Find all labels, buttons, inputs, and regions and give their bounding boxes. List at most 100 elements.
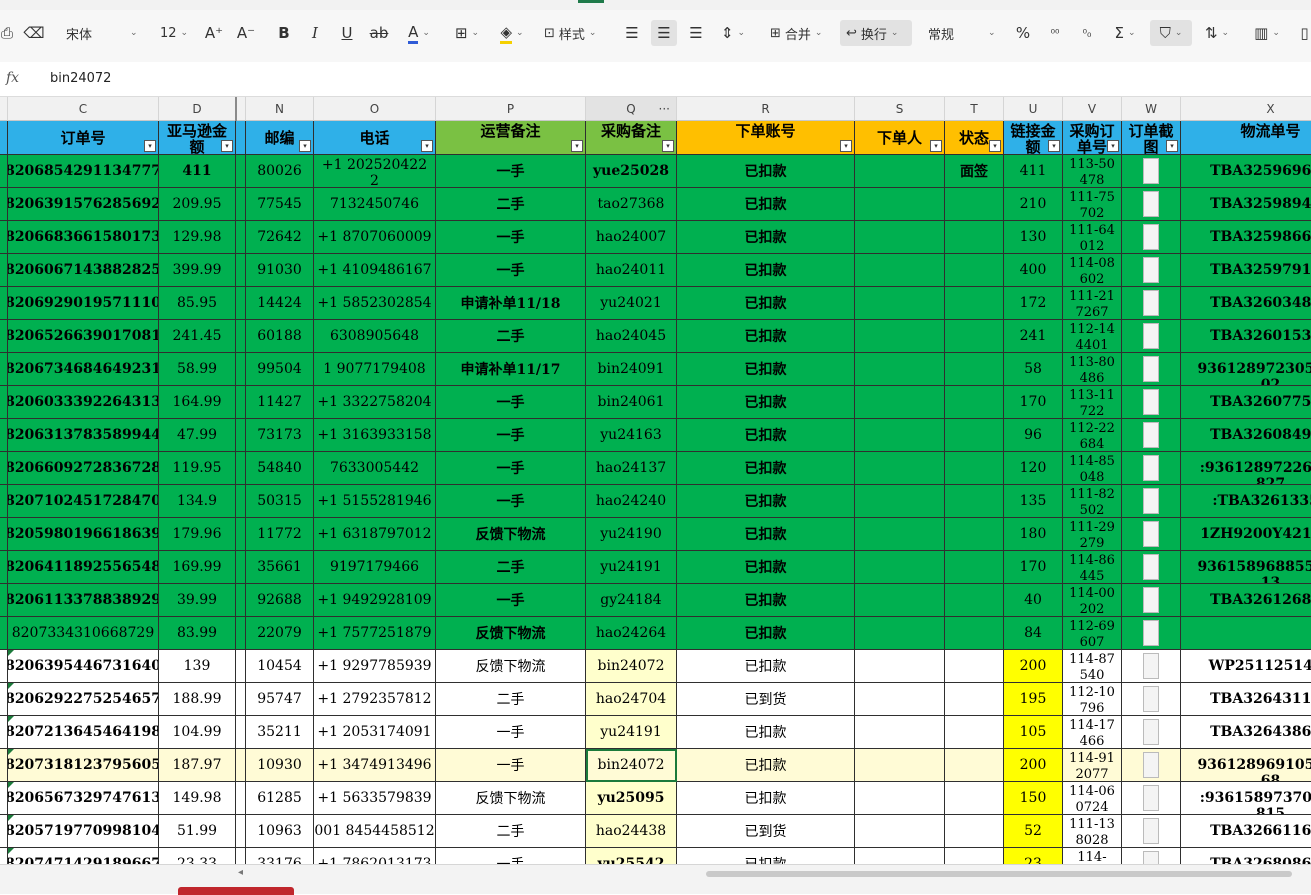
cell-d[interactable]: 58.99: [159, 353, 236, 386]
cell-q[interactable]: hao24264: [586, 617, 677, 650]
border-icon[interactable]: ⊞⌄: [449, 20, 485, 46]
cell-p[interactable]: 一手: [436, 749, 586, 782]
cell-x[interactable]: TBA326034864: [1181, 287, 1311, 320]
cell-d[interactable]: 164.99: [159, 386, 236, 419]
cell-x[interactable]: TBA326126884: [1181, 584, 1311, 617]
cell-q[interactable]: bin24061: [586, 386, 677, 419]
bold-icon[interactable]: B: [274, 20, 294, 46]
cell-q[interactable]: bin24091: [586, 353, 677, 386]
cell-s[interactable]: [855, 617, 945, 650]
align-center-icon[interactable]: ☰: [651, 20, 677, 46]
order-screenshot-thumbnail[interactable]: [1143, 323, 1159, 349]
order-screenshot-thumbnail[interactable]: [1143, 686, 1159, 712]
cell-u[interactable]: 130: [1004, 221, 1063, 254]
cell-d[interactable]: 179.96: [159, 518, 236, 551]
cell-v[interactable]: 114-85048: [1063, 452, 1122, 485]
cell-s[interactable]: [855, 353, 945, 386]
sort-icon[interactable]: ⇅⌄: [1202, 20, 1232, 46]
cell-s[interactable]: [855, 188, 945, 221]
cell-s[interactable]: [855, 749, 945, 782]
cell-p[interactable]: 申请补单11/17: [436, 353, 586, 386]
cell-q[interactable]: hao24137: [586, 452, 677, 485]
cell-v[interactable]: 113-11722: [1063, 386, 1122, 419]
cell-c[interactable]: 8205980196618639: [8, 518, 159, 551]
cell-o[interactable]: +1 4109486167: [314, 254, 436, 287]
cell-o[interactable]: +1 3163933158: [314, 419, 436, 452]
horizontal-scrollbar[interactable]: ◂: [0, 864, 1311, 894]
cell-s[interactable]: [855, 320, 945, 353]
cell-x[interactable]: TBA325989477: [1181, 188, 1311, 221]
more-icon[interactable]: ▯: [1298, 20, 1311, 46]
order-screenshot-thumbnail[interactable]: [1143, 356, 1159, 382]
cell-v[interactable]: 114-912077: [1063, 749, 1122, 782]
cell-w[interactable]: [1122, 584, 1181, 617]
cell-w[interactable]: [1122, 485, 1181, 518]
cell-w[interactable]: [1122, 683, 1181, 716]
cell-p[interactable]: 二手: [436, 320, 586, 353]
cell-s[interactable]: [855, 650, 945, 683]
cell-n[interactable]: 10963: [246, 815, 314, 848]
scrollbar-thumb[interactable]: [706, 871, 1292, 877]
cell-v[interactable]: 114-86445: [1063, 551, 1122, 584]
cell-w[interactable]: [1122, 716, 1181, 749]
cell-p[interactable]: 一手: [436, 452, 586, 485]
cell-c[interactable]: 8206067143882825: [8, 254, 159, 287]
cell-v[interactable]: 111-29279: [1063, 518, 1122, 551]
cell-w[interactable]: [1122, 782, 1181, 815]
cell-w[interactable]: [1122, 749, 1181, 782]
cell-x[interactable]: TBA326084921: [1181, 419, 1311, 452]
cell-x[interactable]: 93615896885569613: [1181, 551, 1311, 584]
number-format-select[interactable]: 常规 ⌄: [928, 20, 1002, 46]
cell-v[interactable]: 111-82502: [1063, 485, 1122, 518]
cell-t[interactable]: [945, 815, 1004, 848]
cell-s[interactable]: [855, 221, 945, 254]
cell-d[interactable]: 134.9: [159, 485, 236, 518]
cell-s[interactable]: [855, 485, 945, 518]
order-screenshot-thumbnail[interactable]: [1143, 554, 1159, 580]
cell-r[interactable]: 已扣款: [677, 188, 855, 221]
cell-u[interactable]: 195: [1004, 683, 1063, 716]
cell-s[interactable]: [855, 518, 945, 551]
cell-t[interactable]: [945, 683, 1004, 716]
cell-o[interactable]: +1 8707060009: [314, 221, 436, 254]
cell-q[interactable]: hao24011: [586, 254, 677, 287]
cell-w[interactable]: [1122, 518, 1181, 551]
cell-p[interactable]: 一手: [436, 716, 586, 749]
cell-n[interactable]: 77545: [246, 188, 314, 221]
cell-d[interactable]: 39.99: [159, 584, 236, 617]
cell-u[interactable]: 40: [1004, 584, 1063, 617]
order-screenshot-thumbnail[interactable]: [1143, 521, 1159, 547]
strikethrough-icon[interactable]: ab: [369, 20, 389, 46]
cell-n[interactable]: 61285: [246, 782, 314, 815]
cell-o[interactable]: +1 9492928109: [314, 584, 436, 617]
font-name-select[interactable]: 宋体 ⌄: [66, 20, 146, 46]
column-header-w[interactable]: W: [1122, 97, 1181, 121]
column-options-icon[interactable]: ···: [659, 97, 670, 121]
cell-p[interactable]: 反馈下物流: [436, 617, 586, 650]
column-header-c[interactable]: C: [8, 97, 159, 121]
cell-v[interactable]: 114-060724: [1063, 782, 1122, 815]
cell-s[interactable]: [855, 386, 945, 419]
cell-t[interactable]: [945, 254, 1004, 287]
cell-t[interactable]: [945, 617, 1004, 650]
cell-n[interactable]: 22079: [246, 617, 314, 650]
merge-button[interactable]: ⊞ 合并 ⌄: [770, 20, 834, 46]
italic-icon[interactable]: I: [305, 20, 325, 46]
cell-d[interactable]: 51.99: [159, 815, 236, 848]
cell-d[interactable]: 104.99: [159, 716, 236, 749]
formula-input[interactable]: bin24072: [50, 71, 111, 86]
order-screenshot-thumbnail[interactable]: [1143, 752, 1159, 778]
cell-u[interactable]: 96: [1004, 419, 1063, 452]
cell-o[interactable]: +1 2792357812: [314, 683, 436, 716]
underline-icon[interactable]: U: [337, 20, 357, 46]
cell-q[interactable]: yu24021: [586, 287, 677, 320]
cell-q[interactable]: gy24184: [586, 584, 677, 617]
cell-w[interactable]: [1122, 419, 1181, 452]
cell-t[interactable]: [945, 419, 1004, 452]
header-r[interactable]: 下单账号▾: [677, 121, 855, 155]
cell-p[interactable]: 二手: [436, 815, 586, 848]
cell-t[interactable]: [945, 650, 1004, 683]
order-screenshot-thumbnail[interactable]: [1143, 785, 1159, 811]
cell-u[interactable]: 105: [1004, 716, 1063, 749]
cell-r[interactable]: 已扣款: [677, 518, 855, 551]
